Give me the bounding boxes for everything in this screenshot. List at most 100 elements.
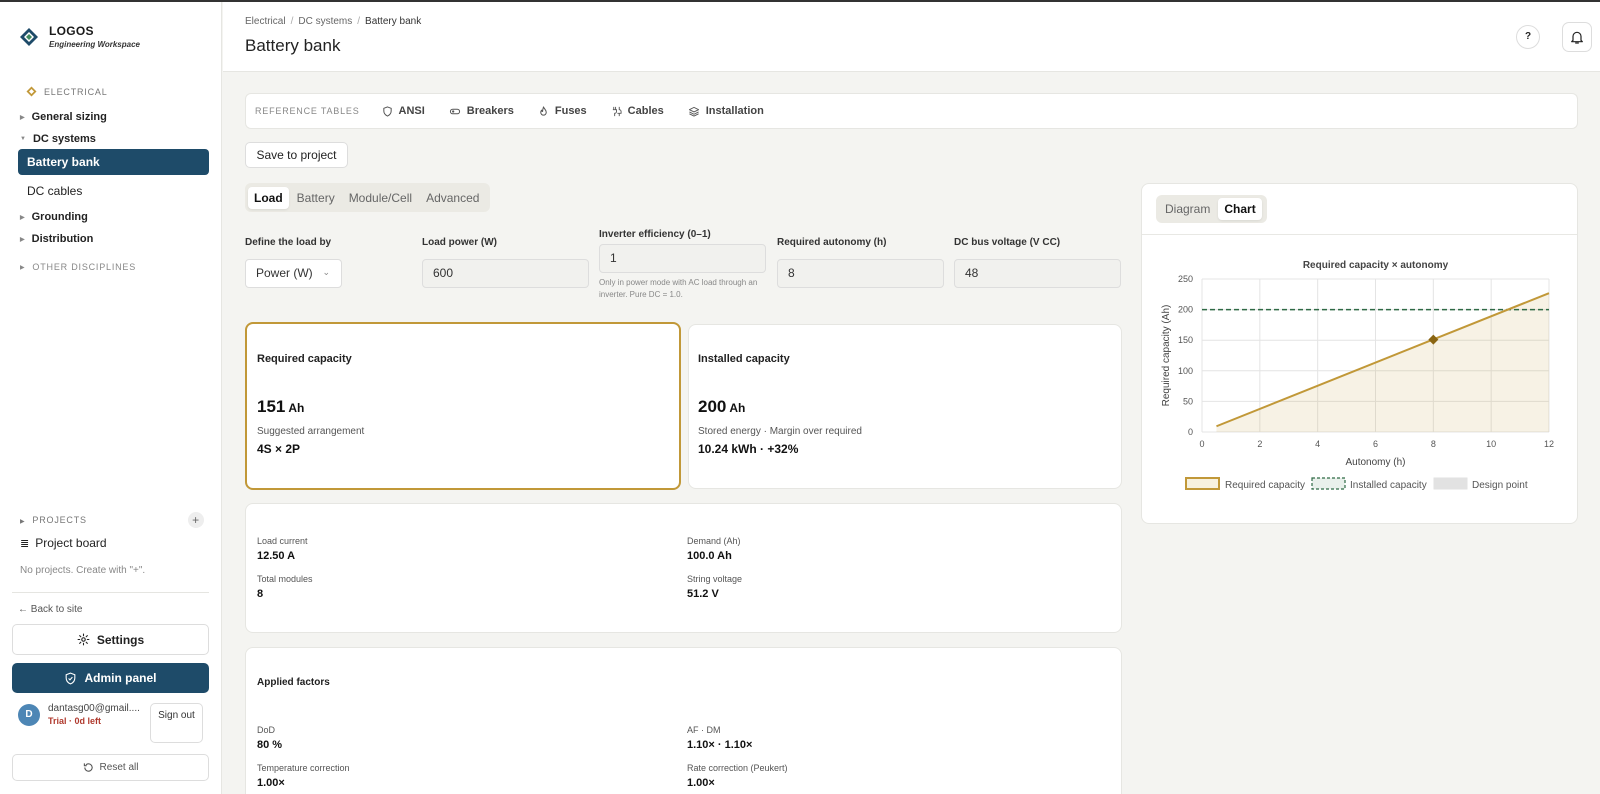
projects-header: ▶ PROJECTS +: [20, 512, 204, 528]
breadcrumb: Electrical / DC systems / Battery bank: [245, 16, 421, 27]
ref-ansi[interactable]: ANSI: [382, 105, 425, 117]
admin-panel-button[interactable]: Admin panel: [12, 663, 209, 693]
nav-group-label: DC systems: [32, 133, 96, 145]
required-capacity-unit: Ah: [288, 401, 305, 415]
legend-swatch-required: [1185, 477, 1220, 490]
inverter-efficiency-input[interactable]: 1: [599, 244, 766, 273]
tab-battery[interactable]: Battery: [291, 187, 341, 209]
ref-breakers-label: Breakers: [466, 105, 514, 117]
notifications-button[interactable]: [1562, 22, 1592, 52]
tab-diagram[interactable]: Diagram: [1159, 198, 1216, 220]
define-by-label: Define the load by: [245, 237, 332, 248]
tab-load[interactable]: Load: [248, 186, 289, 209]
back-to-site-link[interactable]: ← Back to site: [18, 604, 82, 615]
sidebar: LOGOS Engineering Workspace ELECTRICAL ▶…: [0, 2, 222, 794]
breadcrumb-separator: /: [290, 16, 294, 27]
nav-item-dc-cables[interactable]: DC cables: [18, 178, 209, 204]
ref-fuses-label: Fuses: [554, 105, 587, 117]
chevron-down-icon: ⌄: [322, 267, 330, 277]
nav-group-grounding[interactable]: ▶ Grounding: [20, 211, 88, 223]
load-current-value: 12.50 A: [257, 550, 296, 562]
projects-title: PROJECTS: [32, 515, 87, 525]
autonomy-label: Required autonomy (h): [777, 237, 887, 248]
shield-icon: [382, 105, 392, 117]
total-modules-value: 8: [257, 588, 264, 600]
section-electrical[interactable]: ELECTRICAL: [26, 86, 108, 97]
other-disciplines[interactable]: ▶ OTHER DISCIPLINES: [20, 262, 136, 272]
nav-group-general-sizing[interactable]: ▶ General sizing: [20, 111, 107, 123]
list-icon: ≣: [20, 537, 30, 550]
sign-out-button[interactable]: Sign out: [150, 703, 203, 743]
tab-chart[interactable]: Chart: [1218, 198, 1262, 220]
calc-tabs: Load Battery Module/Cell Advanced: [245, 183, 491, 212]
y-axis-label: Required capacity (Ah): [1161, 305, 1172, 407]
load-power-label: Load power (W): [422, 237, 497, 248]
autonomy-input[interactable]: 8: [777, 259, 944, 288]
define-by-select[interactable]: Power (W) ⌄: [245, 259, 342, 288]
add-project-button[interactable]: +: [188, 512, 204, 528]
temperature-correction-label: Temperature correction: [257, 763, 350, 773]
x-tick-label: 12: [1544, 439, 1554, 449]
installed-capacity-value: 200 Ah: [698, 397, 745, 417]
tab-advanced[interactable]: Advanced: [420, 187, 485, 209]
dod-label: DoD: [257, 725, 276, 735]
y-tick-label: 0: [1188, 427, 1193, 437]
nav-group-label: Grounding: [31, 211, 88, 223]
demand-label: Demand (Ah): [687, 536, 741, 546]
ref-fuses[interactable]: Fuses: [538, 105, 587, 117]
breadcrumb-electrical[interactable]: Electrical: [245, 16, 286, 27]
gear-icon: [77, 633, 90, 646]
brand[interactable]: LOGOS Engineering Workspace: [19, 24, 140, 49]
ref-installation-label: Installation: [705, 105, 764, 117]
temperature-correction-value: 1.00×: [257, 777, 285, 789]
reset-all-button[interactable]: Reset all: [12, 754, 209, 781]
total-modules-label: Total modules: [257, 574, 313, 584]
load-power-input[interactable]: 600: [422, 259, 589, 288]
caret-right-icon: ▶: [20, 214, 25, 221]
installed-capacity-number: 200: [698, 397, 727, 416]
legend-swatch-design: [1433, 477, 1468, 490]
define-by-value: Power (W): [256, 266, 313, 280]
cable-icon: [612, 106, 622, 116]
y-tick-label: 250: [1178, 274, 1193, 284]
settings-label: Settings: [96, 632, 145, 647]
save-to-project-button[interactable]: Save to project: [245, 142, 348, 168]
brand-name: LOGOS: [49, 24, 94, 38]
required-capacity-card: Required capacity 151 Ah Suggested arrang…: [245, 322, 681, 490]
nav-group-dc-systems[interactable]: ▼ DC systems: [20, 133, 96, 145]
legend-label-installed: Installed capacity: [1350, 480, 1427, 491]
applied-factors-title: Applied factors: [257, 677, 330, 688]
x-axis-label: Autonomy (h): [1345, 457, 1405, 468]
ref-breakers[interactable]: Breakers: [449, 105, 514, 117]
tab-module-cell[interactable]: Module/Cell: [343, 187, 418, 209]
shield-icon: [66, 672, 76, 685]
legend-label-design: Design point: [1472, 480, 1528, 491]
reference-tables-bar: REFERENCE TABLES ANSI Breakers Fuses Cab…: [245, 93, 1578, 129]
bus-voltage-input[interactable]: 48: [954, 259, 1121, 288]
af-dm-label: AF · DM: [687, 725, 721, 735]
dod-value: 80 %: [257, 739, 283, 751]
section-label: ELECTRICAL: [44, 86, 108, 97]
ref-installation[interactable]: Installation: [688, 105, 764, 117]
required-capacity-number: 151: [257, 397, 286, 416]
project-board-link[interactable]: ≣ Project board: [20, 536, 107, 550]
reset-all-label: Reset all: [99, 762, 139, 773]
user-email: dantasg00@gmail....: [48, 703, 140, 714]
inverter-efficiency-label: Inverter efficiency (0–1): [599, 229, 711, 240]
x-tick-label: 2: [1257, 439, 1262, 449]
breadcrumb-dc-systems[interactable]: DC systems: [298, 16, 352, 27]
ref-cables-label: Cables: [627, 105, 664, 117]
ref-cables[interactable]: Cables: [611, 105, 664, 117]
help-button[interactable]: ?: [1516, 25, 1540, 49]
nav-group-distribution[interactable]: ▶ Distribution: [20, 233, 93, 245]
stored-energy-value: 10.24 kWh · +32%: [698, 442, 799, 456]
nav-item-battery-bank[interactable]: Battery bank: [18, 149, 209, 175]
required-capacity-value: 151 Ah: [257, 397, 304, 417]
settings-button[interactable]: Settings: [12, 624, 209, 655]
toggle-icon: [449, 108, 460, 114]
legend-label-required: Required capacity: [1225, 480, 1305, 491]
suggested-arrangement-label: Suggested arrangement: [257, 426, 365, 437]
suggested-arrangement-value: 4S × 2P: [257, 442, 301, 456]
x-tick-label: 6: [1373, 439, 1378, 449]
applied-factors-card: Applied factors DoD 80 % AF · DM 1.10× ·…: [245, 647, 1122, 794]
